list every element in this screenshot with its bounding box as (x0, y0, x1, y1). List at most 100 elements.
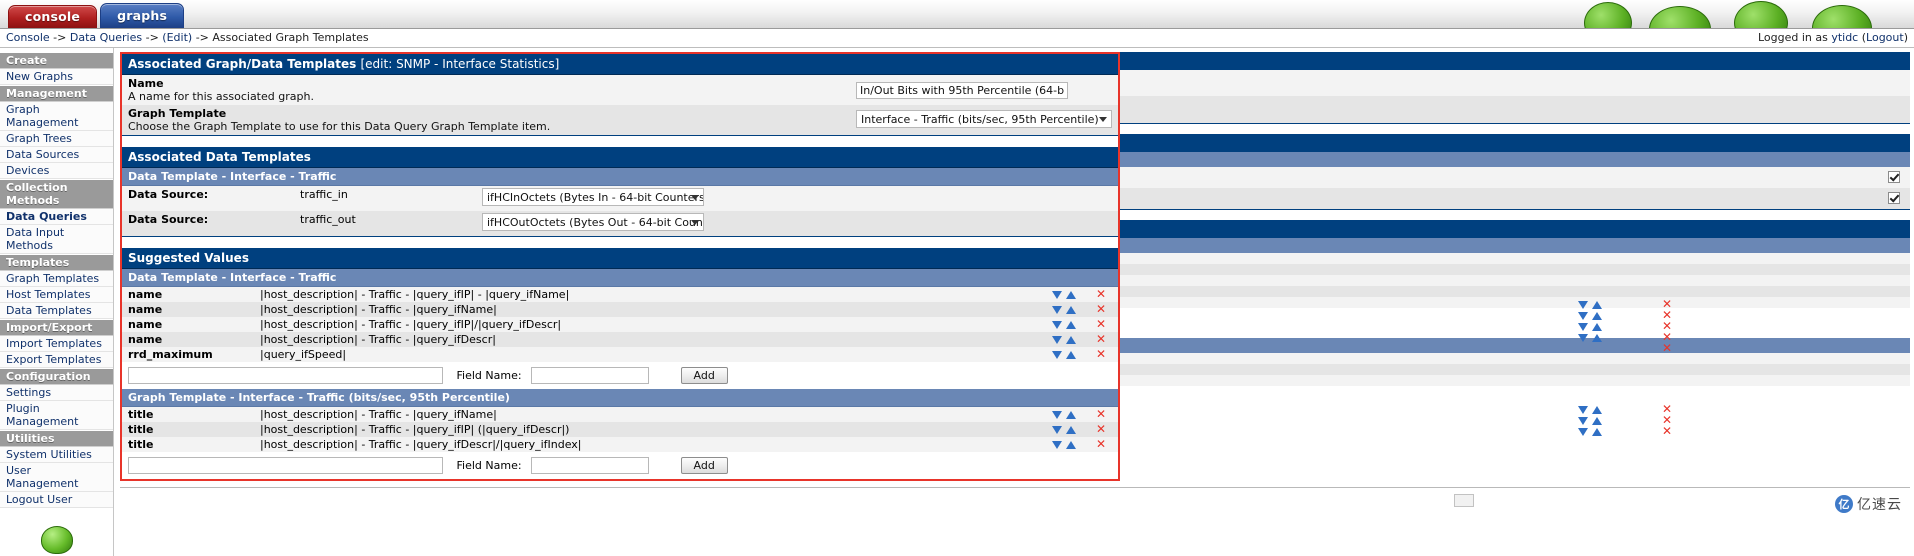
name-row-overflow (1120, 70, 1910, 96)
move-down-icon[interactable] (1052, 291, 1062, 299)
suggested-value-text: |host_description| - Traffic - |query_if… (260, 438, 582, 451)
move-down-icon[interactable] (1052, 321, 1062, 329)
tab-graphs-label: graphs (117, 8, 168, 23)
move-up-icon[interactable] (1592, 417, 1602, 425)
sidebar-item-plugin-management[interactable]: Plugin Management (0, 401, 113, 430)
move-down-icon[interactable] (1052, 411, 1062, 419)
reorder-controls (1026, 332, 1084, 347)
sidebar-item-new-graphs[interactable]: New Graphs (0, 69, 113, 85)
new-suggested-value-input[interactable] (128, 457, 443, 474)
move-up-icon[interactable] (1066, 336, 1076, 344)
delete-icon[interactable]: ✕ (1096, 347, 1106, 361)
move-down-icon[interactable] (1578, 417, 1588, 425)
graph-template-select[interactable]: Interface - Traffic (bits/sec, 95th Perc… (856, 109, 1112, 128)
suggested-value-text: |host_description| - Traffic - |query_if… (260, 318, 562, 331)
move-up-icon[interactable] (1592, 323, 1602, 331)
sidebar-item-data-input-methods[interactable]: Data Input Methods (0, 225, 113, 254)
sidebar-header-templates: Templates (0, 254, 113, 271)
panel2-spacer (122, 236, 1118, 248)
move-down-icon[interactable] (1052, 306, 1062, 314)
delete-icon[interactable]: ✕ (1096, 437, 1106, 451)
move-up-icon[interactable] (1592, 312, 1602, 320)
delete-icon[interactable]: ✕ (1096, 302, 1106, 316)
breadcrumb-item-data-queries[interactable]: Data Queries (70, 31, 142, 44)
sidebar-item-data-templates[interactable]: Data Templates (0, 303, 113, 319)
move-down-icon[interactable] (1052, 426, 1062, 434)
suggested-value-key: name (128, 318, 163, 331)
data-source-enabled-checkbox[interactable] (1888, 192, 1900, 204)
new-suggested-value-input[interactable] (128, 367, 443, 384)
name-input[interactable] (856, 81, 1068, 99)
new-field-name-input[interactable] (531, 457, 650, 474)
move-up-icon[interactable] (1592, 406, 1602, 414)
new-field-name-input[interactable] (531, 367, 650, 384)
breadcrumb-item-console[interactable]: Console (6, 31, 50, 44)
sidebar-item-data-sources[interactable]: Data Sources (0, 147, 113, 163)
move-up-icon[interactable] (1592, 301, 1602, 309)
move-up-icon[interactable] (1066, 351, 1076, 359)
delete-icon[interactable]: ✕ (1662, 424, 1672, 438)
delete-icon[interactable]: ✕ (1096, 422, 1106, 436)
move-up-icon[interactable] (1592, 428, 1602, 436)
sidebar-item-logout-user[interactable]: Logout User (0, 492, 113, 508)
suggested-value-key: title (128, 438, 154, 451)
sidebar-item-system-utilities[interactable]: System Utilities (0, 447, 113, 463)
add-suggested-value-button[interactable]: Add (680, 367, 728, 384)
page-root: console graphs Console -> Data Queries -… (0, 0, 1914, 556)
move-up-icon[interactable] (1066, 441, 1076, 449)
logout-link[interactable]: Logout (1866, 31, 1904, 44)
delete-icon[interactable]: ✕ (1096, 332, 1106, 346)
sidebar-header-configuration: Configuration (0, 368, 113, 385)
delete-icon[interactable]: ✕ (1096, 317, 1106, 331)
current-user-link[interactable]: ytidc (1831, 31, 1858, 44)
reorder-controls (1576, 414, 1604, 425)
move-up-icon[interactable] (1592, 334, 1602, 342)
suggested-value-key: name (128, 288, 163, 301)
move-up-icon[interactable] (1066, 306, 1076, 314)
sidebar-item-host-templates[interactable]: Host Templates (0, 287, 113, 303)
move-up-icon[interactable] (1066, 426, 1076, 434)
tab-console[interactable]: console (8, 5, 98, 28)
right-delete-column: ✕ ✕ ✕ ✕ ✕ (1662, 298, 1672, 355)
data-source-select-traffic-out[interactable]: ifHCOutOctets (Bytes Out - 64-bit Counte… (482, 213, 704, 231)
suggested-values-panel: Suggested Values Data Template - Interfa… (122, 248, 1118, 479)
sidebar-header-collection-methods: Collection Methods (0, 179, 113, 209)
data-source-name: traffic_in (300, 188, 348, 201)
move-down-icon[interactable] (1578, 406, 1588, 414)
move-up-icon[interactable] (1066, 291, 1076, 299)
sidebar-item-export-templates[interactable]: Export Templates (0, 352, 113, 368)
sidebar-item-graph-trees[interactable]: Graph Trees (0, 131, 113, 147)
delete-icon[interactable]: ✕ (1662, 341, 1672, 355)
suggested-value-row: name |host_description| - Traffic - |que… (122, 317, 1118, 332)
move-up-icon[interactable] (1066, 411, 1076, 419)
delete-icon[interactable]: ✕ (1096, 287, 1106, 301)
tab-graphs[interactable]: graphs (100, 3, 185, 28)
leaf-icon (1812, 5, 1872, 28)
sidebar-item-user-management[interactable]: User Management (0, 463, 113, 492)
move-down-icon[interactable] (1052, 441, 1062, 449)
delete-icon[interactable]: ✕ (1096, 407, 1106, 421)
move-down-icon[interactable] (1052, 336, 1062, 344)
move-down-icon[interactable] (1052, 351, 1062, 359)
data-source-enabled-checkbox[interactable] (1888, 171, 1900, 183)
breadcrumb-item-edit[interactable]: (Edit) (162, 31, 192, 44)
sidebar-item-data-queries[interactable]: Data Queries (0, 209, 113, 225)
move-down-icon[interactable] (1578, 312, 1588, 320)
suggested-value-add-row: Field Name: Add (122, 362, 1118, 389)
move-down-icon[interactable] (1578, 334, 1588, 342)
logout-paren-close: ) (1903, 31, 1908, 44)
data-source-select-traffic-in[interactable]: ifHCInOctets (Bytes In - 64-bit Counters… (482, 188, 704, 206)
sidebar-item-devices[interactable]: Devices (0, 163, 113, 179)
scrollbar-thumb[interactable] (1454, 494, 1474, 507)
sidebar-item-graph-templates[interactable]: Graph Templates (0, 271, 113, 287)
move-down-icon[interactable] (1578, 301, 1588, 309)
move-down-icon[interactable] (1578, 428, 1588, 436)
sidebar-item-import-templates[interactable]: Import Templates (0, 336, 113, 352)
sidebar-item-settings[interactable]: Settings (0, 385, 113, 401)
sidebar-item-graph-management[interactable]: Graph Management (0, 102, 113, 131)
suggested-value-row: name |host_description| - Traffic - |que… (122, 332, 1118, 347)
move-up-icon[interactable] (1066, 321, 1076, 329)
data-source-name: traffic_out (300, 213, 356, 226)
move-down-icon[interactable] (1578, 323, 1588, 331)
add-suggested-value-button[interactable]: Add (680, 457, 728, 474)
